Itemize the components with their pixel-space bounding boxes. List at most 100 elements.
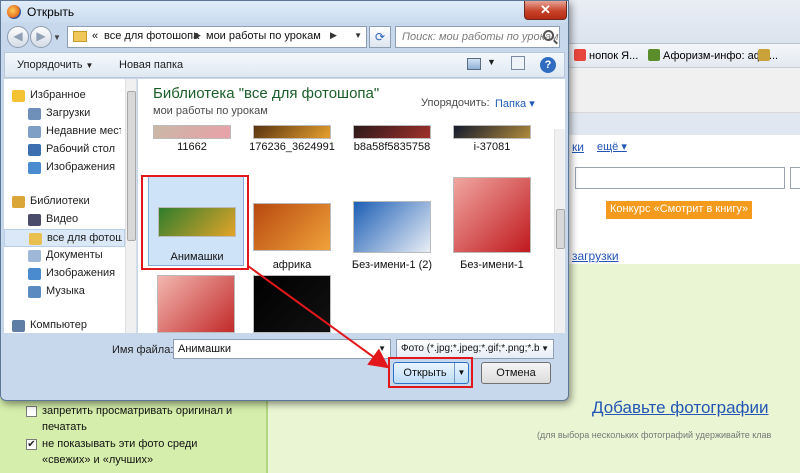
breadcrumb-item[interactable]: все для фотошопа bbox=[104, 30, 199, 42]
nav-item[interactable]: Библиотеки bbox=[4, 193, 125, 211]
view-options-icon[interactable] bbox=[467, 58, 481, 70]
page-header-bar bbox=[560, 68, 800, 113]
organize-menu-button[interactable]: Упорядочить ▼ bbox=[17, 59, 93, 71]
thumbnail-image bbox=[453, 125, 531, 139]
bookmark-item[interactable]: нопок Я... bbox=[574, 49, 638, 62]
add-photos-link[interactable]: Добавьте фотографии bbox=[592, 398, 769, 418]
thumbnail-image bbox=[453, 177, 531, 253]
contest-banner-link[interactable]: Конкурс «Смотрит в книгу» bbox=[606, 201, 753, 219]
navigation-scrollbar[interactable] bbox=[125, 79, 136, 333]
page-link[interactable]: ки bbox=[572, 140, 584, 154]
documents-icon bbox=[28, 250, 41, 262]
file-name: Без-имени-1 bbox=[460, 259, 524, 271]
close-button[interactable]: ✕ bbox=[524, 1, 567, 20]
search-input[interactable]: Поиск: мои работы по урокам bbox=[395, 26, 560, 48]
thumbnail-image bbox=[353, 125, 431, 139]
nav-item[interactable]: Документы bbox=[4, 247, 125, 265]
upload-options-panel: запретить просматривать оригинал и печат… bbox=[0, 398, 268, 473]
open-button-highlight bbox=[388, 357, 473, 388]
nav-item-label: Загрузки bbox=[46, 107, 91, 119]
page-nav-bar bbox=[560, 113, 800, 135]
open-file-dialog: Открыть ✕ ◀ ▶ ▼ « все для фотошопа ▶ мои… bbox=[0, 0, 569, 401]
history-dropdown-icon[interactable]: ▼ bbox=[53, 33, 61, 42]
nav-item[interactable]: Загрузки bbox=[4, 105, 125, 123]
thumbnail-image bbox=[153, 125, 231, 139]
arrange-by-dropdown[interactable]: Папка ▾ bbox=[495, 97, 535, 110]
nav-item[interactable]: Избранное bbox=[4, 87, 125, 105]
filename-value: Анимашки bbox=[178, 343, 232, 355]
checkbox-label-line: запретить просматривать оригинал и bbox=[42, 405, 233, 417]
page-text-input[interactable] bbox=[575, 167, 785, 189]
address-dropdown-icon[interactable]: ▼ bbox=[354, 31, 362, 40]
downloads-link[interactable]: загрузки bbox=[572, 249, 619, 263]
page-side-input[interactable] bbox=[790, 167, 800, 189]
filename-label: Имя файла: bbox=[112, 344, 174, 356]
nav-item[interactable]: Видео bbox=[4, 211, 125, 229]
nav-item-label: Видео bbox=[46, 213, 79, 225]
breadcrumb-item[interactable]: мои работы по урокам bbox=[206, 30, 321, 42]
bookmark-label: нопок Я... bbox=[589, 50, 639, 62]
file-name: Без-имени-1 (2) bbox=[351, 259, 433, 271]
help-icon[interactable]: ? bbox=[540, 57, 556, 73]
preview-pane-icon[interactable] bbox=[511, 56, 525, 70]
filename-dropdown-icon[interactable]: ▼ bbox=[378, 344, 386, 353]
refresh-icon: ⟳ bbox=[374, 30, 386, 44]
cancel-button[interactable]: Отмена bbox=[481, 362, 551, 384]
breadcrumb-overflow[interactable]: « bbox=[92, 30, 98, 42]
view-dropdown-icon[interactable]: ▼ bbox=[487, 57, 496, 67]
address-bar[interactable]: « все для фотошопа ▶ мои работы по урока… bbox=[67, 26, 367, 48]
nav-item-label: Библиотеки bbox=[30, 195, 90, 207]
arrange-by-label: Упорядочить: bbox=[421, 97, 490, 109]
nav-item[interactable]: Изображения bbox=[4, 159, 125, 177]
breadcrumb-chevron-icon[interactable]: ▶ bbox=[194, 30, 201, 41]
back-button[interactable]: ◀ bbox=[7, 26, 29, 48]
filename-field[interactable]: Анимашки ▼ bbox=[173, 339, 391, 359]
forbid-original-checkbox[interactable] bbox=[26, 406, 37, 417]
new-folder-button[interactable]: Новая папка bbox=[119, 59, 183, 71]
nav-item[interactable]: Недавние места bbox=[4, 123, 125, 141]
file-list-scroll-thumb[interactable] bbox=[556, 209, 565, 249]
downloads-icon bbox=[28, 108, 41, 120]
folder-icon bbox=[73, 31, 87, 42]
dialog-toolbar: Упорядочить ▼ Новая папка ▼ ? bbox=[4, 52, 565, 78]
firefox-icon bbox=[7, 5, 21, 19]
pictures-icon bbox=[28, 268, 41, 280]
filetype-select[interactable]: Фото (*.jpg;*.jpeg;*.gif;*.png;*.b ▼ bbox=[396, 339, 554, 359]
filetype-dropdown-icon: ▼ bbox=[541, 344, 549, 353]
close-icon: ✕ bbox=[540, 2, 551, 17]
back-arrow-icon: ◀ bbox=[13, 29, 23, 43]
thumbnail-image bbox=[253, 275, 331, 333]
nav-item-label: Музыка bbox=[46, 285, 85, 297]
breadcrumb-chevron-icon[interactable]: ▶ bbox=[330, 30, 337, 41]
computer-icon bbox=[12, 320, 25, 332]
nav-item[interactable]: Изображения bbox=[4, 265, 125, 283]
filetype-value: Фото (*.jpg;*.jpeg;*.gif;*.png;*.b bbox=[401, 343, 539, 354]
forward-button[interactable]: ▶ bbox=[30, 26, 52, 48]
desktop-icon bbox=[28, 144, 41, 156]
file-list-scrollbar[interactable] bbox=[554, 129, 565, 333]
navigation-scroll-thumb[interactable] bbox=[127, 91, 136, 241]
nav-item[interactable]: Рабочий стол bbox=[4, 141, 125, 159]
nav-item[interactable]: Компьютер bbox=[4, 317, 125, 333]
nav-item[interactable]: Музыка bbox=[4, 283, 125, 301]
nav-item-label: Изображения bbox=[46, 161, 116, 173]
hide-from-fresh-checkbox[interactable]: ✔ bbox=[26, 439, 37, 450]
nav-item-label: все для фотошо bbox=[47, 232, 122, 244]
bookmark-item[interactable] bbox=[758, 49, 773, 62]
hide-from-fresh-label: не показывать эти фото среди «свежих» и … bbox=[42, 436, 197, 468]
more-link[interactable]: ещё ▾ bbox=[597, 140, 627, 153]
star-icon bbox=[12, 90, 25, 102]
address-row: ◀ ▶ ▼ « все для фотошопа ▶ мои работы по… bbox=[1, 23, 568, 51]
bookmark-favicon-icon bbox=[574, 49, 586, 61]
bookmarks-bar: нопок Я... Афоризм-инфо: афо... bbox=[560, 44, 800, 68]
multi-select-hint: (для выбора нескольких фотографий удержи… bbox=[537, 430, 772, 440]
dialog-titlebar[interactable]: Открыть ✕ bbox=[1, 1, 568, 23]
refresh-button[interactable]: ⟳ bbox=[369, 26, 391, 48]
thumbnail-image bbox=[253, 203, 331, 251]
file-name: b8a58f5835758 bbox=[353, 141, 431, 153]
file-name: 176236_3624991 bbox=[249, 141, 335, 153]
nav-item[interactable]: все для фотошо bbox=[4, 229, 125, 247]
music-icon bbox=[28, 286, 41, 298]
selected-folder-highlight bbox=[141, 175, 249, 270]
forbid-original-label: запретить просматривать оригинал и печат… bbox=[42, 403, 232, 435]
